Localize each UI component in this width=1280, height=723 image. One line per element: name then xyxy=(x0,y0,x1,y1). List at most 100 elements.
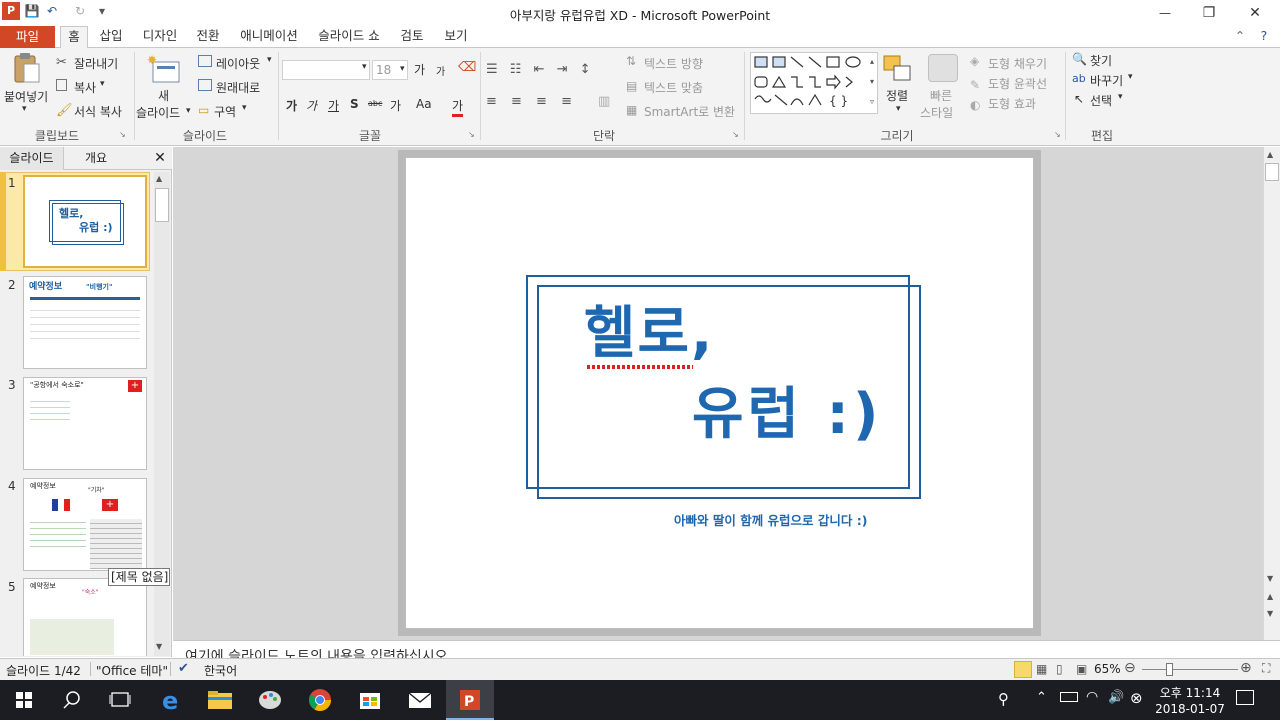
fit-to-window-icon[interactable]: ⛶ xyxy=(1262,661,1270,676)
restore-button[interactable]: ❐ xyxy=(1186,0,1232,26)
list-buttons[interactable]: ☰ ☷ ⇤ ⇥ ↕ xyxy=(486,62,616,78)
file-explorer-icon[interactable] xyxy=(196,680,244,720)
notification-clear-icon[interactable]: ⊗ xyxy=(1130,689,1143,707)
theme-name[interactable]: "Office 테마" xyxy=(96,662,168,679)
slide-thumbnail-3[interactable]: "공항에서 숙소로" + xyxy=(23,377,147,470)
layout-dropdown-icon[interactable]: ▾ xyxy=(267,55,272,65)
paste-icon[interactable] xyxy=(12,52,42,84)
new-slide-icon[interactable]: ✸ xyxy=(147,53,181,84)
scroll-up-icon[interactable]: ▲ xyxy=(1267,150,1273,159)
help-icon[interactable]: ? xyxy=(1254,26,1274,48)
select-dropdown-icon[interactable]: ▾ xyxy=(1118,92,1123,102)
shrink-font-button[interactable]: 가 xyxy=(436,63,445,78)
reset-button[interactable]: 원래대로 xyxy=(216,79,260,96)
font-name-input[interactable] xyxy=(282,60,370,80)
new-slide-label-1[interactable]: 새 xyxy=(158,87,169,104)
slide-title-line-1[interactable]: 헬로, xyxy=(584,301,714,367)
scroll-down-icon[interactable]: ▼ xyxy=(1267,574,1273,583)
format-painter-button[interactable]: 서식 복사 xyxy=(74,103,122,120)
font-color-button[interactable]: 가 xyxy=(452,97,464,117)
zoom-slider-track[interactable] xyxy=(1142,669,1238,670)
arrange-dropdown-icon[interactable]: ▾ xyxy=(896,104,901,114)
align-text-button[interactable]: 텍스트 맞춤 xyxy=(644,79,703,96)
shapes-gallery-scroll[interactable]: ▴ ▾ ▿ xyxy=(866,52,878,114)
tab-transitions[interactable]: 전환 xyxy=(190,26,226,48)
drawing-launcher-icon[interactable]: ↘ xyxy=(1054,130,1061,139)
minimize-button[interactable]: — xyxy=(1142,0,1188,26)
quick-styles-label-2[interactable]: 스타일 xyxy=(920,104,953,121)
font-name-dropdown-icon[interactable]: ▾ xyxy=(362,62,367,72)
wifi-icon[interactable]: ◠ xyxy=(1086,689,1098,705)
spellcheck-icon[interactable]: ✔ xyxy=(178,661,189,676)
find-button[interactable]: 찾기 xyxy=(1090,52,1112,69)
notes-placeholder[interactable]: 여기에 슬라이드 노트의 내용을 입력하십시오. xyxy=(185,646,452,658)
edge-icon[interactable]: e xyxy=(148,680,196,720)
clipboard-launcher-icon[interactable]: ↘ xyxy=(119,130,126,139)
strikethrough-button[interactable]: abc xyxy=(368,99,382,108)
zoom-level[interactable]: 65% xyxy=(1094,662,1121,676)
align-buttons[interactable]: ≡ ≡ ≡ ≡ xyxy=(486,94,596,110)
shadow-button[interactable]: S xyxy=(350,97,359,111)
tab-file[interactable]: 파일 xyxy=(0,26,55,48)
select-button[interactable]: 선택 xyxy=(1090,92,1112,109)
normal-view-icon[interactable] xyxy=(1014,661,1032,678)
font-launcher-icon[interactable]: ↘ xyxy=(468,130,475,139)
grow-font-button[interactable]: 가 xyxy=(414,61,425,78)
tab-outline[interactable]: 개요 xyxy=(64,147,128,170)
notes-pane[interactable]: 여기에 슬라이드 노트의 내용을 입력하십시오. xyxy=(173,640,1280,658)
scroll-down-icon[interactable]: ▼ xyxy=(156,642,162,651)
action-center-icon[interactable] xyxy=(1236,690,1254,705)
arrange-icon[interactable] xyxy=(882,54,914,84)
tab-insert[interactable]: 삽입 xyxy=(92,26,130,48)
paste-button[interactable]: 붙여넣기 xyxy=(4,88,48,105)
scroll-up-icon[interactable]: ▲ xyxy=(156,174,162,183)
zoom-out-icon[interactable]: ⊖ xyxy=(1124,660,1136,676)
store-icon[interactable] xyxy=(346,680,394,720)
new-slide-dropdown-icon[interactable]: ▾ xyxy=(186,106,191,116)
smartart-button[interactable]: SmartArt로 변환 xyxy=(644,103,735,120)
char-spacing-button[interactable]: 가 xyxy=(390,97,401,114)
scroll-thumb[interactable] xyxy=(155,188,169,222)
font-size-input[interactable]: 18 ▾ xyxy=(372,60,408,80)
paint-icon[interactable] xyxy=(246,680,294,720)
paste-dropdown-icon[interactable]: ▾ xyxy=(22,104,27,114)
slide-sorter-icon[interactable]: ▦ xyxy=(1036,662,1047,676)
slide-thumbnail-1[interactable]: 헬로, 유럽 :) xyxy=(23,175,147,268)
zoom-slider-thumb[interactable] xyxy=(1166,663,1173,676)
start-icon[interactable] xyxy=(0,680,48,720)
new-slide-label-2[interactable]: 슬라이드 xyxy=(136,104,180,121)
replace-button[interactable]: 바꾸기 xyxy=(1090,72,1123,89)
underline-button[interactable]: 가 xyxy=(328,97,339,114)
clear-format-icon[interactable]: ⌫ xyxy=(458,60,476,76)
cut-button[interactable]: 잘라내기 xyxy=(74,55,118,72)
columns-icon[interactable]: ▥ xyxy=(598,94,614,110)
reading-view-icon[interactable]: ▯ xyxy=(1056,662,1063,676)
people-icon[interactable]: ⚲ xyxy=(998,690,1009,708)
quick-styles-icon[interactable] xyxy=(928,54,958,82)
chrome-icon[interactable] xyxy=(296,680,344,720)
layout-button[interactable]: 레이아웃 xyxy=(216,55,260,72)
search-icon[interactable] xyxy=(48,680,96,720)
zoom-in-icon[interactable]: ⊕ xyxy=(1240,660,1252,676)
clock-time[interactable]: 오후 11:14 xyxy=(1158,684,1222,701)
quick-styles-label-1[interactable]: 빠른 xyxy=(930,87,952,104)
previous-slide-icon[interactable]: ▲ xyxy=(1267,592,1273,601)
show-hidden-icons[interactable]: ⌃ xyxy=(1036,690,1047,705)
tab-design[interactable]: 디자인 xyxy=(137,26,183,48)
slide-title-line-2[interactable]: 유럽 :) xyxy=(692,382,883,448)
shapes-gallery[interactable]: { } xyxy=(750,52,878,114)
close-button[interactable]: ✕ xyxy=(1232,0,1278,26)
tab-slideshow[interactable]: 슬라이드 쇼 xyxy=(312,26,386,48)
close-pane-icon[interactable]: ✕ xyxy=(150,147,170,170)
volume-icon[interactable]: 🔊 xyxy=(1108,690,1124,705)
tab-view[interactable]: 보기 xyxy=(438,26,474,48)
shape-effects-button[interactable]: 도형 효과 xyxy=(988,95,1036,112)
section-dropdown-icon[interactable]: ▾ xyxy=(242,103,247,113)
slide-thumbnail-4[interactable]: 예약정보 "기차" + xyxy=(23,478,147,571)
battery-icon[interactable] xyxy=(1060,692,1078,702)
slide-thumbnail-5[interactable]: 예약정보 "숙소" xyxy=(23,578,147,656)
shape-outline-button[interactable]: 도형 윤곽선 xyxy=(988,75,1047,92)
task-view-icon[interactable] xyxy=(96,680,144,720)
tab-home[interactable]: 홈 xyxy=(60,26,88,49)
replace-dropdown-icon[interactable]: ▾ xyxy=(1128,72,1133,82)
